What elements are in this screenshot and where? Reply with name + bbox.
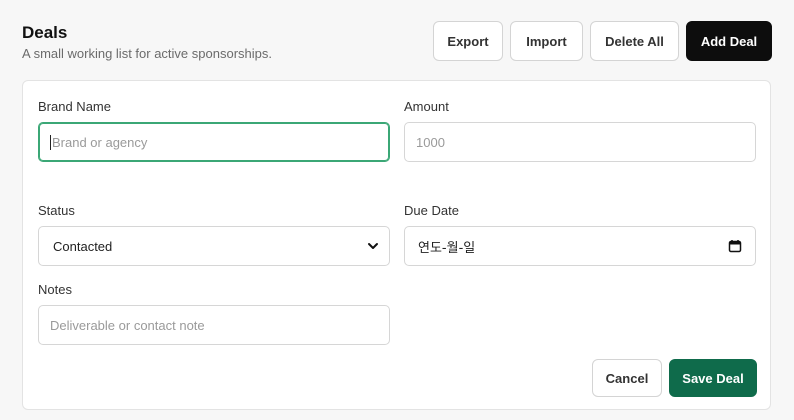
deal-form-card: Brand Name Brand or agency Amount 1000 S… [22,80,771,410]
delete-all-button[interactable]: Delete All [590,21,679,61]
status-selected-value: Contacted [53,238,113,254]
chevron-down-icon [368,243,378,249]
notes-input[interactable]: Deliverable or contact note [38,305,390,345]
amount-placeholder: 1000 [416,134,445,150]
due-date-input[interactable]: 연도-월-일 [404,226,756,266]
due-date-value: 연도-월-일 [418,240,476,256]
notes-label: Notes [38,282,72,297]
brand-name-placeholder: Brand or agency [52,134,148,150]
amount-label: Amount [404,99,449,114]
brand-name-label: Brand Name [38,99,111,114]
page-title: Deals [22,23,68,42]
notes-placeholder: Deliverable or contact note [50,317,205,333]
add-deal-button[interactable]: Add Deal [686,21,772,61]
status-select[interactable]: Contacted [38,226,390,266]
calendar-icon[interactable] [728,239,742,253]
text-caret [50,134,51,150]
amount-input[interactable]: 1000 [404,122,756,162]
export-button[interactable]: Export [433,21,503,61]
import-button[interactable]: Import [510,21,583,61]
brand-name-input[interactable]: Brand or agency [38,122,390,162]
save-deal-button[interactable]: Save Deal [669,359,757,397]
cancel-button[interactable]: Cancel [592,359,662,397]
status-label: Status [38,203,75,218]
due-date-label: Due Date [404,203,459,218]
page-subtitle: A small working list for active sponsors… [22,46,272,61]
